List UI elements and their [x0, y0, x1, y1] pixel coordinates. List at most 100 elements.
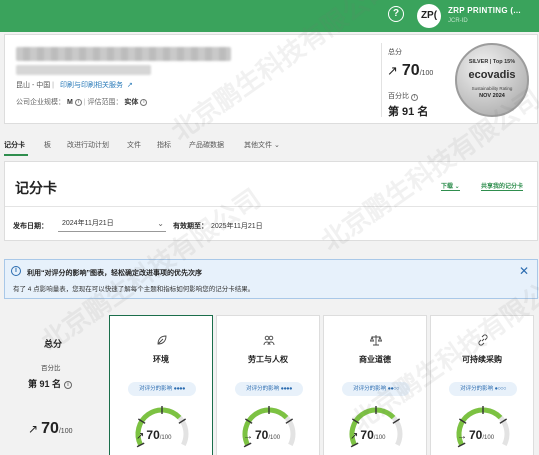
trend-up-icon: ↗: [350, 431, 359, 442]
tab-other-documents[interactable]: 其他文件 ⌄: [244, 140, 280, 150]
info-icon[interactable]: i: [140, 98, 148, 106]
external-link-icon[interactable]: ↗: [127, 82, 133, 89]
trend-flat-icon: →: [243, 431, 253, 442]
percentile-label: 百分比 i: [388, 91, 418, 101]
download-label: 下载: [441, 184, 454, 190]
info-icon[interactable]: i: [410, 94, 418, 101]
theme-card-labor-human-rights[interactable]: 劳工与人权 对评分的影响 ●●●● → 70/100: [216, 315, 320, 455]
location-text: 昆山 - 中国: [16, 82, 51, 89]
theme-card-sustainable-procurement[interactable]: 可持续采购 对评分的影响 ●○○○ → 70/100: [430, 315, 534, 455]
theme-name: 商业道德: [359, 355, 391, 364]
theme-score: ↗ 70/100: [350, 428, 385, 442]
theme-card-ethics[interactable]: 商业道德 对评分的影响 ●●○○ ↗ 70/100: [323, 315, 427, 455]
industry-link[interactable]: 印刷与印刷相关服务: [60, 82, 123, 89]
theme-name: 可持续采购: [462, 355, 502, 364]
share-scorecard-link[interactable]: 共享我的记分卡: [481, 181, 524, 191]
tab-bar: 记分卡 板 改进行动计划 文件 指标 产品碳数据 其他文件 ⌄: [0, 136, 539, 156]
company-meta: 公司企业规模： M i | 评估范围： 实体 i: [16, 97, 148, 107]
percentile-label-text: 百分比: [388, 93, 409, 100]
close-icon[interactable]: ✕: [519, 264, 529, 278]
valid-until-label: 有效期至：: [173, 223, 208, 230]
company-profile-card: 昆山 - 中国 | 印刷与印刷相关服务 ↗ 公司企业规模： M i | 评估范围…: [4, 34, 538, 124]
theme-score-value: 70: [146, 428, 160, 442]
impact-badge[interactable]: 对评分的影响 ●●●●: [235, 382, 303, 396]
trend-flat-icon: →: [457, 431, 467, 442]
theme-score-value: 70: [255, 428, 269, 442]
chevron-down-icon: ⌄: [273, 142, 280, 149]
impact-badge[interactable]: 对评分的影响 ●●○○: [342, 382, 410, 396]
company-id: JCR-ID: [448, 18, 468, 24]
scorecard-panel: 记分卡 下载 ⌄ 共享我的记分卡 发布日期： 2024年11月21日 ⌄ 有效期…: [4, 161, 538, 241]
theme-score-value: 70: [469, 428, 483, 442]
medal-tier: SILVER | Top 15%: [468, 59, 516, 65]
theme-score-denominator: /100: [268, 435, 281, 441]
theme-name: 劳工与人权: [248, 355, 288, 364]
impact-label: 对评分的影响: [246, 386, 280, 392]
theme-score: → 70/100: [457, 428, 494, 442]
company-name-redacted: [16, 47, 231, 61]
theme-score-value: 70: [360, 428, 374, 442]
theme-score-denominator: /100: [482, 435, 495, 441]
theme-card-environment[interactable]: 环境 对评分的影响 ●●●● ↗ 70/100: [109, 315, 213, 455]
tab-other-documents-label: 其他文件: [244, 142, 272, 149]
theme-name: 环境: [153, 355, 169, 364]
scope-value: 实体: [124, 99, 139, 106]
impact-badge[interactable]: 对评分的影响 ●○○○: [449, 382, 517, 396]
info-banner: i 利用“对评分的影响”图表，轻松确定改进事项的优先次序 有了 4 点影响量表，…: [4, 259, 538, 299]
tab-indicators[interactable]: 指标: [157, 140, 171, 150]
trend-up-icon: ↗: [136, 431, 145, 442]
trend-up-icon: ↗: [28, 422, 39, 436]
top-bar: ? ZP( ZRP PRINTING (... JCR-ID: [0, 0, 539, 32]
overall-percentile-label: 百分比: [41, 365, 61, 372]
impact-dots: ●●●●: [280, 386, 293, 392]
info-icon[interactable]: i: [64, 380, 73, 389]
impact-dots: ●●●●: [173, 386, 186, 392]
people-icon: [263, 335, 275, 346]
medal-caption: Sustainability Rating: [471, 86, 513, 91]
theme-score: ↗ 70/100: [136, 428, 171, 442]
divider: [5, 206, 537, 207]
tab-board[interactable]: 板: [44, 140, 51, 150]
overall-score-large: ↗ 70/100: [28, 420, 72, 438]
theme-score-denominator: /100: [159, 435, 172, 441]
link-icon: [478, 334, 488, 346]
avatar[interactable]: ZP(: [417, 4, 441, 28]
tab-scorecard[interactable]: 记分卡: [4, 140, 25, 150]
score-denominator: /100: [419, 70, 434, 77]
overall-score-denominator: /100: [58, 428, 73, 435]
overall-score-label: 总分: [44, 339, 63, 349]
published-date-select[interactable]: 2024年11月21日 ⌄: [58, 218, 166, 232]
overall-score-value: 70: [41, 420, 59, 437]
medal-brand: ecovadis: [468, 69, 516, 81]
percentile-value: 第 91 名: [388, 106, 429, 118]
help-icon[interactable]: ?: [388, 6, 404, 22]
tab-documents[interactable]: 文件: [127, 140, 141, 150]
tab-carbon-data[interactable]: 产品碳数据: [189, 140, 224, 150]
size-value: M: [66, 99, 73, 106]
valid-until-value: 2025年11月21日: [211, 223, 263, 230]
page-title: 记分卡: [15, 180, 57, 196]
ecovadis-medal: SILVER | Top 15% ecovadis Sustainability…: [455, 43, 529, 117]
scales-icon: [370, 335, 382, 346]
info-icon[interactable]: i: [74, 98, 82, 106]
impact-label: 对评分的影响: [460, 386, 494, 392]
trend-up-icon: ↗: [387, 63, 398, 78]
medal-date: NOV 2024: [479, 93, 505, 99]
company-subtitle-redacted: [16, 65, 151, 75]
download-link[interactable]: 下载 ⌄: [441, 181, 460, 191]
scope-label: 评估范围：: [87, 99, 123, 106]
info-icon: i: [11, 266, 21, 276]
leaf-icon: [157, 335, 167, 345]
impact-dots: ●●○○: [387, 386, 400, 392]
published-date-label: 发布日期：: [13, 223, 48, 230]
theme-score-denominator: /100: [373, 435, 386, 441]
company-switcher[interactable]: ZRP PRINTING (...: [448, 6, 521, 15]
impact-label: 对评分的影响: [353, 386, 387, 392]
tab-action-plan[interactable]: 改进行动计划: [67, 140, 109, 150]
impact-badge[interactable]: 对评分的影响 ●●●●: [128, 382, 196, 396]
location-line: 昆山 - 中国 | 印刷与印刷相关服务 ↗: [16, 82, 133, 89]
published-date-value: 2024年11月21日: [62, 220, 114, 227]
overall-score: ↗ 70/100: [387, 62, 433, 80]
size-label: 公司企业规模：: [16, 99, 65, 106]
chevron-down-icon: ⌄: [157, 219, 164, 228]
